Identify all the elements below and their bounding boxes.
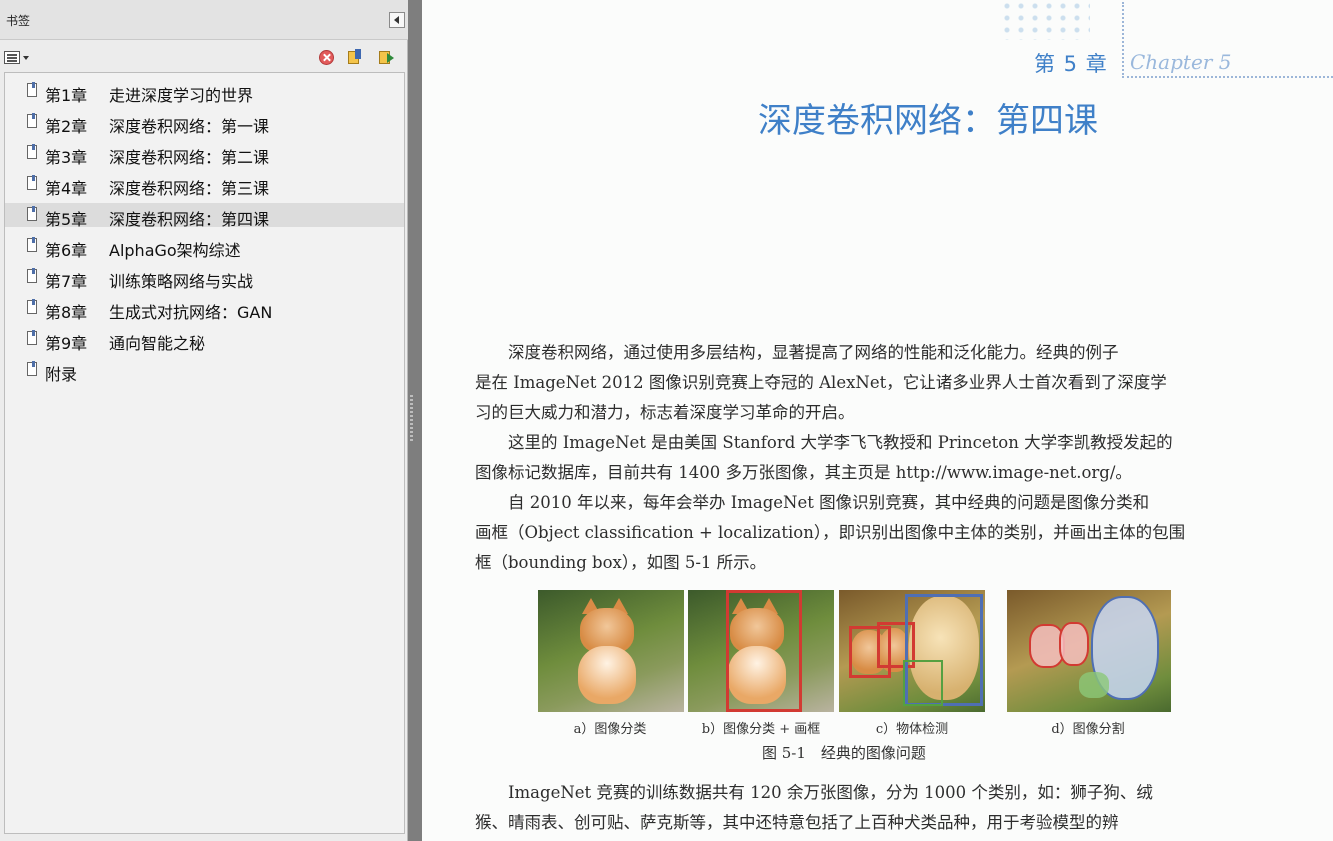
bookmarks-toolbar: [0, 44, 408, 70]
text-line: 习的巨大威力和潜力，标志着深度学习革命的开启。: [475, 403, 855, 422]
chapter-title: 深度卷积网络：第四课: [758, 101, 1098, 141]
bookmark-number: 第1章: [45, 86, 88, 105]
figure-caption: b）图像分类 + 画框: [701, 722, 821, 737]
bookmark-number: 第7章: [45, 272, 88, 291]
bookmark-item[interactable]: 第2章 深度卷积网络：第一课: [5, 110, 404, 136]
bookmark-label: 深度卷积网络：第三课: [109, 179, 270, 198]
text-line: 图像标记数据库，目前共有 1400 多万张图像，其主页是 http://www.…: [475, 463, 1132, 482]
figure-caption: d）图像分割: [1051, 722, 1125, 737]
bookmark-icon: [27, 268, 37, 283]
figure-title: 图 5-1 经典的图像问题: [762, 744, 926, 762]
new-bookmark-icon[interactable]: [348, 49, 363, 65]
text-line: 是在 ImageNet 2012 图像识别竞赛上夺冠的 AlexNet，它让诸多…: [475, 373, 1167, 392]
cat-image-localization: [688, 590, 834, 712]
bookmark-icon: [27, 330, 37, 345]
bookmark-label: 深度卷积网络：第二课: [109, 148, 270, 167]
bookmark-icon: [27, 361, 37, 376]
bookmark-label: AlphaGo架构综述: [109, 241, 241, 260]
bookmark-label: 深度卷积网络：第一课: [109, 117, 270, 136]
text-line: 画框（Object classification + localization）…: [475, 523, 1186, 542]
text-line: 猴、晴雨表、创可贴、萨克斯等，其中还特意包括了上百种犬类品种，用于考验模型的辨: [475, 813, 1119, 832]
bookmark-number: 第2章: [45, 117, 88, 136]
chapter-label: 第 5 章: [1034, 52, 1108, 76]
bookmark-item[interactable]: 第3章 深度卷积网络：第二课: [5, 141, 404, 167]
bookmark-item[interactable]: 附录: [5, 358, 404, 384]
bookmark-icon: [27, 206, 37, 221]
bookmark-list: 第1章 走进深度学习的世界 第2章 深度卷积网络：第一课 第3章 深度卷积网络：…: [4, 72, 405, 834]
bookmark-label: 训练策略网络与实战: [109, 272, 254, 291]
bookmark-item[interactable]: 第9章 通向智能之秘: [5, 327, 404, 353]
bookmark-number: 第9章: [45, 334, 88, 353]
bookmark-number: 附录: [45, 365, 78, 384]
bookmark-icon: [27, 113, 37, 128]
header-dots-decoration: [1000, 0, 1090, 40]
bookmark-number: 第6章: [45, 241, 88, 260]
text-line: 框（bounding box），如图 5-1 所示。: [475, 553, 767, 572]
options-menu-icon[interactable]: [4, 51, 30, 65]
bookmark-item[interactable]: 第6章 AlphaGo架构综述: [5, 234, 404, 260]
chapter-script-label: Chapter 5: [1130, 50, 1232, 74]
cat-image-classification: [538, 590, 684, 712]
bookmark-label: 通向智能之秘: [109, 334, 206, 353]
delete-bookmark-icon[interactable]: [319, 50, 334, 65]
bookmark-item[interactable]: 第4章 深度卷积网络：第三课: [5, 172, 404, 198]
splitter-grip-icon[interactable]: [410, 395, 413, 443]
bookmark-item[interactable]: 第7章 训练策略网络与实战: [5, 265, 404, 291]
bookmark-number: 第4章: [45, 179, 88, 198]
bookmark-label: 深度卷积网络：第四课: [109, 210, 270, 229]
bookmark-label: 生成式对抗网络：GAN: [109, 303, 273, 322]
bookmark-icon: [27, 299, 37, 314]
bookmark-number: 第3章: [45, 148, 88, 167]
bookmark-icon: [27, 237, 37, 252]
collapse-left-icon[interactable]: [389, 12, 405, 28]
text-line: ImageNet 竞赛的训练数据共有 120 余万张图像，分为 1000 个类别…: [475, 783, 1153, 802]
panel-header: 书签: [0, 0, 408, 40]
figure-5-1: a）图像分类 b）图像分类 + 画框 c）物体检测 d）图像分割 图 5-1 经…: [538, 590, 1178, 770]
bookmark-icon: [27, 144, 37, 159]
bookmark-number: 第5章: [45, 210, 88, 229]
document-page: 第 5 章 Chapter 5 深度卷积网络：第四课 深度卷积网络，通过使用多层…: [422, 0, 1333, 841]
bookmark-item[interactable]: 第8章 生成式对抗网络：GAN: [5, 296, 404, 322]
bookmarks-panel: 书签 第1章 走进深度学习的世界 第2章 深度卷积网络：第一课 第3章 深度卷积…: [0, 0, 408, 841]
text-line: 这里的 ImageNet 是由美国 Stanford 大学李飞飞教授和 Prin…: [475, 433, 1173, 452]
bookmark-label: 走进深度学习的世界: [109, 86, 254, 105]
figure-caption: c）物体检测: [875, 722, 949, 737]
bookmark-icon: [27, 82, 37, 97]
dog-cat-image-segmentation: [1007, 590, 1171, 712]
bookmark-item[interactable]: 第1章 走进深度学习的世界: [5, 79, 404, 105]
panel-title: 书签: [6, 14, 31, 28]
bookmark-item-selected[interactable]: 第5章 深度卷积网络：第四课: [5, 203, 404, 229]
figure-caption: a）图像分类: [573, 722, 647, 737]
dog-cat-image-detection: [839, 590, 985, 712]
bookmark-icon: [27, 175, 37, 190]
text-line: 深度卷积网络，通过使用多层结构，显著提高了网络的性能和泛化能力。经典的例子: [475, 343, 1119, 362]
expand-bookmark-icon[interactable]: [379, 49, 395, 65]
bookmark-number: 第8章: [45, 303, 88, 322]
text-line: 自 2010 年以来，每年会举办 ImageNet 图像识别竞赛，其中经典的问题…: [475, 493, 1150, 512]
